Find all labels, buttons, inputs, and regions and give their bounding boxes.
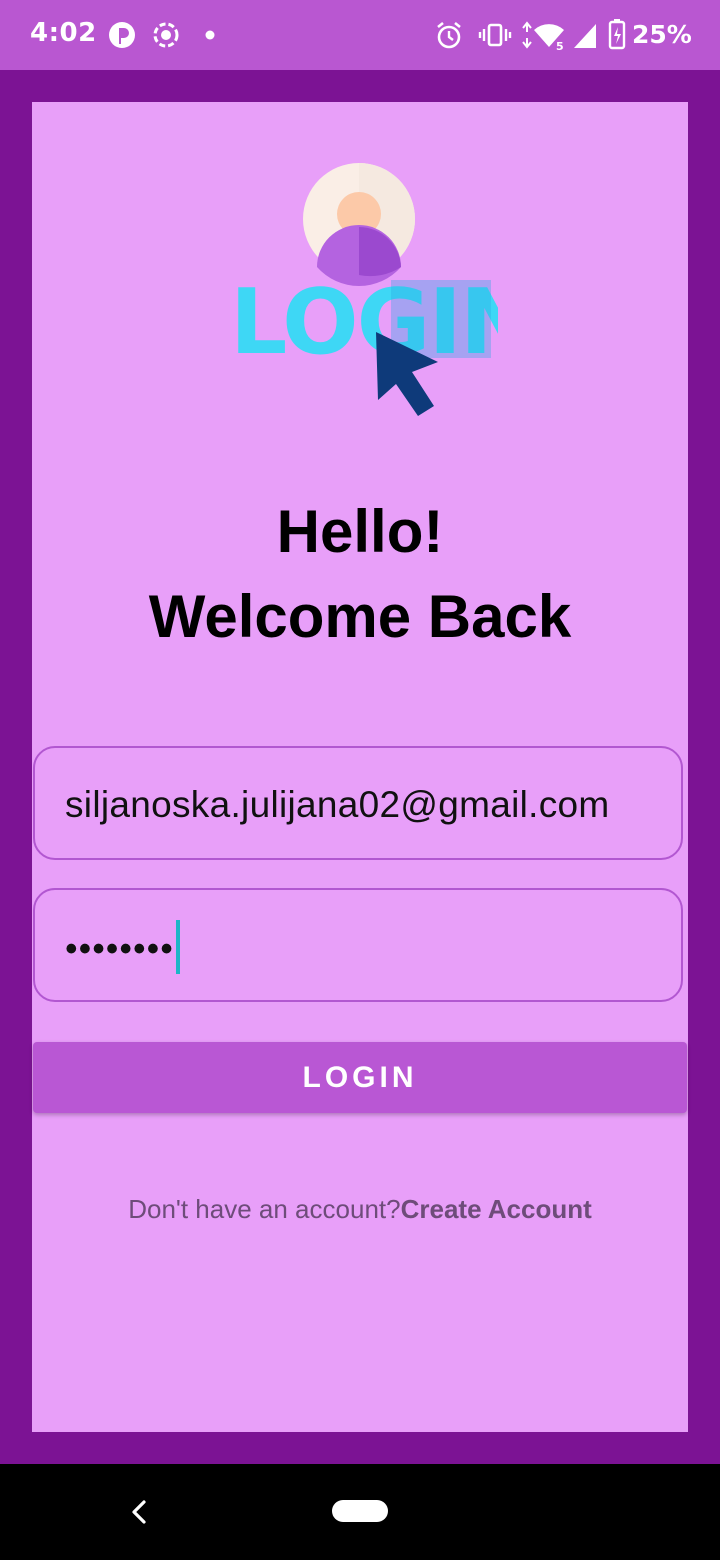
pinterest-icon xyxy=(109,22,135,48)
signal-icon xyxy=(574,24,596,48)
text-caret xyxy=(175,920,180,974)
email-value: siljanoska.julijana02@gmail.com xyxy=(65,784,610,825)
alarm-icon xyxy=(437,21,461,49)
password-value: •••••••• xyxy=(65,920,180,978)
vibrate-icon xyxy=(478,23,512,47)
login-panel: LOGIN Hello! Welcome Back siljanoska.jul… xyxy=(32,102,688,1432)
greeting-line-1: Hello! xyxy=(276,498,444,565)
email-field[interactable]: siljanoska.julijana02@gmail.com xyxy=(33,746,683,860)
login-button[interactable]: LOGIN xyxy=(33,1042,687,1113)
status-time: 4:02 xyxy=(30,18,97,48)
battery-charging-icon xyxy=(608,19,626,50)
wifi-icon: 5 xyxy=(522,21,564,52)
screen-record-icon xyxy=(153,22,179,48)
navigation-bar xyxy=(0,1464,720,1560)
greeting-line-2: Welcome Back xyxy=(148,583,572,650)
notification-dot-icon xyxy=(205,30,215,40)
battery-percent: 25% xyxy=(632,20,692,49)
create-account-prompt: Don't have an account?Create Account xyxy=(32,1194,688,1225)
back-icon[interactable] xyxy=(126,1498,154,1526)
password-field[interactable]: •••••••• xyxy=(33,888,683,1002)
svg-text:5: 5 xyxy=(556,40,564,52)
login-logo-icon: LOGIN xyxy=(230,163,498,416)
status-bar: 4:02 5 25% xyxy=(0,0,720,70)
home-pill-icon[interactable] xyxy=(332,1500,388,1522)
no-account-text: Don't have an account? xyxy=(128,1194,401,1224)
create-account-link[interactable]: Create Account xyxy=(401,1194,592,1224)
